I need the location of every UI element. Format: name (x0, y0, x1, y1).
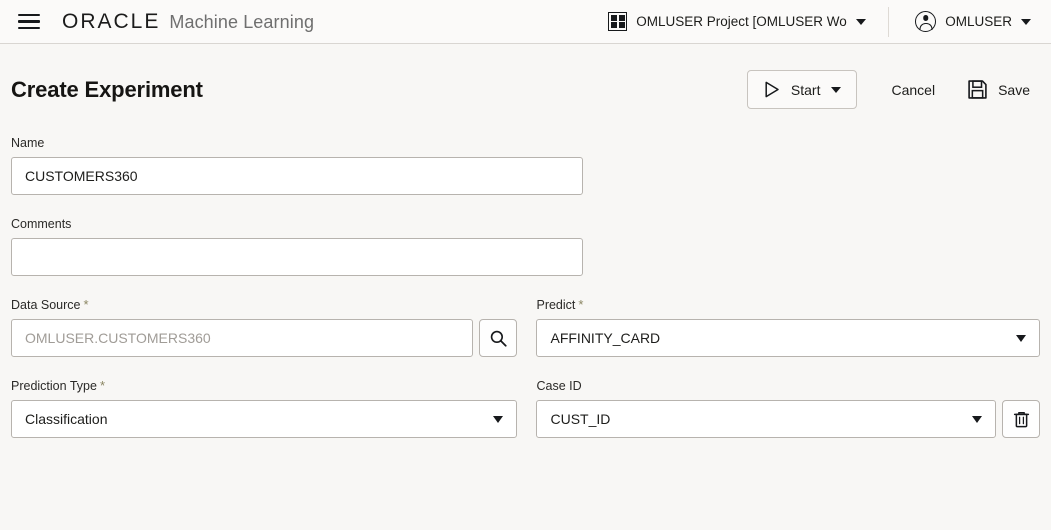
hamburger-bar (18, 13, 40, 16)
prediction-type-select[interactable]: Classification (11, 400, 518, 438)
user-menu-label: OMLUSER (945, 14, 1012, 29)
name-label: Name (11, 136, 45, 150)
start-button-label: Start (790, 81, 821, 98)
required-asterisk: * (578, 297, 584, 312)
save-button[interactable]: Save (967, 79, 1030, 100)
chevron-down-icon (1021, 18, 1031, 25)
chevron-down-icon (856, 18, 867, 25)
app-header-left: ORACLE Machine Learning (18, 10, 314, 34)
required-asterisk: * (83, 297, 89, 312)
field-name: Name (11, 136, 1040, 195)
required-asterisk: * (99, 378, 105, 393)
page-header: Create Experiment Start Cancel Save (0, 44, 1051, 109)
predict-select-value: AFFINITY_CARD (550, 330, 661, 346)
save-button-label: Save (998, 81, 1030, 98)
data-source-input[interactable] (11, 319, 474, 357)
play-icon (765, 81, 779, 98)
search-icon (490, 330, 507, 347)
chevron-down-icon (493, 415, 504, 423)
data-source-search-button[interactable] (479, 319, 518, 357)
page-actions: Start Cancel Save (746, 70, 1030, 109)
data-source-control (11, 319, 518, 357)
hamburger-bar (18, 27, 40, 30)
hamburger-menu-icon[interactable] (18, 13, 40, 30)
form-row-source-predict: Data Source * Predict * AFFIN (11, 298, 1040, 357)
grid-icon (608, 12, 628, 31)
predict-select[interactable]: AFFINITY_CARD (536, 319, 1040, 357)
comments-input[interactable] (11, 238, 583, 276)
name-input[interactable] (11, 157, 583, 195)
trash-icon (1013, 411, 1029, 427)
field-case-id: Case ID CUST_ID (536, 379, 1040, 438)
case-id-select[interactable]: CUST_ID (536, 400, 996, 438)
oracle-logo[interactable]: ORACLE Machine Learning (62, 10, 314, 34)
start-dropdown-chevron-down-icon[interactable] (831, 86, 842, 93)
predict-control: AFFINITY_CARD (536, 319, 1040, 357)
chevron-down-icon (1016, 334, 1026, 342)
case-id-delete-button[interactable] (1002, 400, 1040, 438)
account-circle-icon (915, 11, 937, 32)
header-divider (888, 6, 890, 37)
case-id-control: CUST_ID (536, 400, 1040, 438)
user-menu[interactable]: OMLUSER (909, 7, 1037, 36)
comments-label: Comments (11, 217, 72, 231)
data-source-label: Data Source * (11, 297, 89, 312)
prediction-type-select-value: Classification (25, 411, 108, 427)
form-row-type-caseid: Prediction Type * Classification Case ID… (11, 379, 1040, 438)
case-id-label: Case ID (536, 379, 582, 393)
floppy-disk-icon (968, 80, 987, 99)
prediction-type-label: Prediction Type * (11, 378, 105, 393)
field-comments: Comments (11, 217, 1040, 276)
app-header-right: OMLUSER Project [OMLUSER Works... OMLUSE… (602, 6, 1037, 37)
field-predict: Predict * AFFINITY_CARD (536, 298, 1040, 357)
create-experiment-form: Name Comments Data Source * (0, 136, 1051, 438)
prediction-type-control: Classification (11, 400, 518, 438)
oracle-brand-text: ORACLE (62, 9, 161, 33)
field-data-source: Data Source * (11, 297, 518, 357)
cancel-button[interactable]: Cancel (879, 82, 947, 98)
product-name-text: Machine Learning (169, 11, 315, 32)
hamburger-bar (18, 20, 40, 23)
start-button[interactable]: Start (746, 70, 858, 109)
predict-label: Predict * (536, 297, 584, 312)
field-prediction-type: Prediction Type * Classification (11, 378, 518, 438)
app-header: ORACLE Machine Learning OMLUSER Project … (0, 0, 1051, 44)
project-selector[interactable]: OMLUSER Project [OMLUSER Works... (602, 8, 872, 35)
chevron-down-icon (972, 415, 982, 423)
project-selector-label: OMLUSER Project [OMLUSER Works... (636, 14, 847, 29)
case-id-select-value: CUST_ID (550, 411, 611, 427)
page-title: Create Experiment (11, 76, 203, 102)
